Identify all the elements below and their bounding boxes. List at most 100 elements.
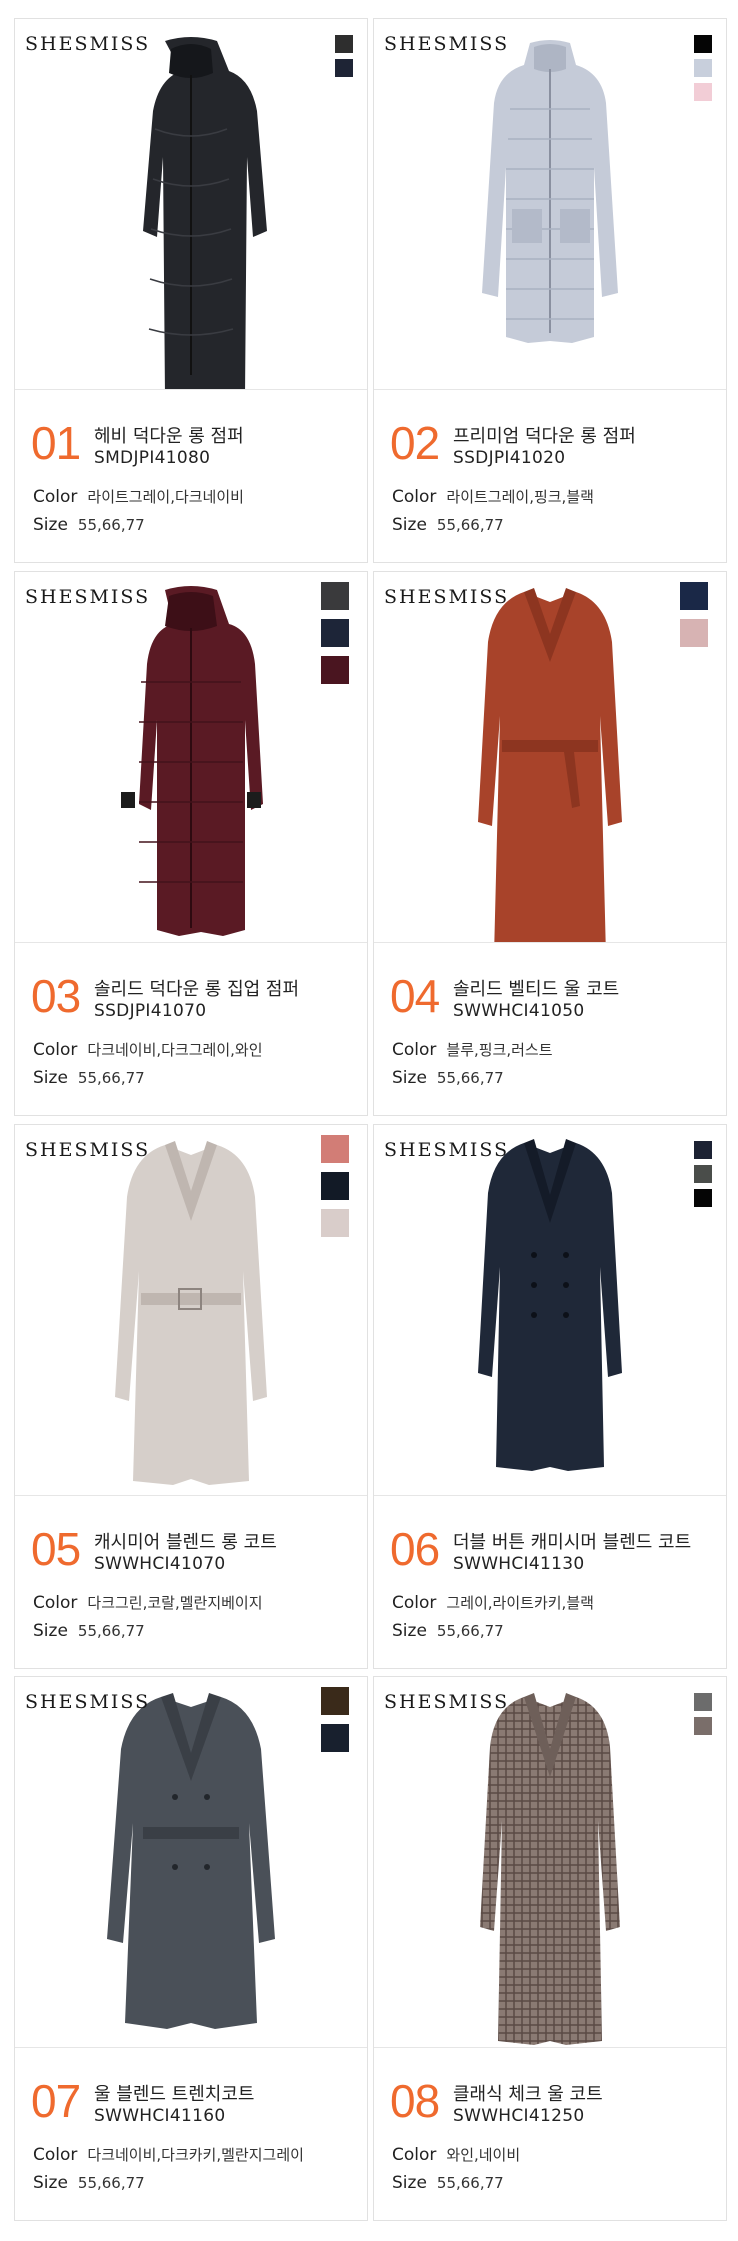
size-label: Size — [33, 2173, 68, 2193]
product-info: 05 캐시미어 블렌드 롱 코트 SWWHCI41070 Color 다크그린,… — [15, 1496, 367, 1668]
coat-illustration — [480, 1693, 620, 2045]
product-card[interactable]: SHESMISS 06 더블 버튼 캐미시머 블렌드 코트 SWWHCI4113… — [373, 1124, 727, 1669]
color-swatch[interactable] — [321, 1135, 349, 1163]
color-values: 다크네이비,다크그레이,와인 — [87, 1041, 263, 1059]
color-swatches — [694, 35, 712, 101]
product-name[interactable]: 울 블렌드 트렌치코트 — [94, 2080, 254, 2106]
color-swatch[interactable] — [694, 1165, 712, 1183]
color-row: Color 그레이,라이트카키,블랙 — [392, 1592, 594, 1613]
size-label: Size — [392, 1621, 427, 1641]
product-card[interactable]: SHESMISS 08 클래식 체크 울 코트 SWWHCI41250 Colo… — [373, 1676, 727, 2221]
product-card[interactable]: SHESMISS 07 울 블렌드 트렌치코트 SWWHCI41160 Colo… — [14, 1676, 368, 2221]
color-swatch[interactable] — [335, 59, 353, 77]
product-card[interactable]: SHESMISS 02 프리미엄 덕다운 롱 점퍼 SSDJPI41020 Co… — [373, 18, 727, 563]
product-number: 06 — [390, 1523, 440, 1575]
color-values: 그레이,라이트카키,블랙 — [446, 1594, 594, 1612]
product-name[interactable]: 프리미엄 덕다운 롱 점퍼 — [453, 422, 636, 448]
product-image[interactable]: SHESMISS — [374, 572, 726, 942]
color-swatch[interactable] — [694, 1141, 712, 1159]
product-name[interactable]: 솔리드 덕다운 롱 집업 점퍼 — [94, 975, 299, 1001]
size-values: 55,66,77 — [77, 1069, 145, 1087]
product-card[interactable]: SHESMISS 05 캐시미어 블렌드 롱 코트 SWWHCI41070 Co… — [14, 1124, 368, 1669]
product-number: 01 — [31, 417, 81, 469]
product-image[interactable]: SHESMISS — [374, 1677, 726, 2047]
product-code: SSDJPI41020 — [453, 448, 566, 468]
product-image[interactable]: SHESMISS — [15, 572, 367, 942]
product-image[interactable]: SHESMISS — [15, 19, 367, 389]
color-swatch[interactable] — [694, 1189, 712, 1207]
product-name[interactable]: 캐시미어 블렌드 롱 코트 — [94, 1528, 277, 1554]
product-image[interactable]: SHESMISS — [15, 1677, 367, 2047]
product-code: SMDJPI41080 — [94, 448, 211, 468]
product-name[interactable]: 솔리드 벨티드 울 코트 — [453, 975, 619, 1001]
color-label: Color — [33, 1593, 78, 1613]
product-card[interactable]: SHESMISS 01 헤비 덕다운 롱 점퍼 SMDJPI41080 Colo… — [14, 18, 368, 563]
product-code: SWWHCI41160 — [94, 2106, 226, 2126]
product-number: 07 — [31, 2075, 81, 2127]
product-image[interactable]: SHESMISS — [15, 1125, 367, 1495]
product-card[interactable]: SHESMISS 03 솔리드 덕다운 롱 집업 점퍼 SSDJPI41070 … — [14, 571, 368, 1116]
color-swatches — [335, 35, 353, 77]
color-swatch[interactable] — [321, 1687, 349, 1715]
brand-logo: SHESMISS — [384, 33, 510, 55]
color-row: Color 다크그린,코랄,멜란지베이지 — [33, 1592, 263, 1613]
color-swatch[interactable] — [694, 59, 712, 77]
brand-logo: SHESMISS — [25, 33, 151, 55]
size-values: 55,66,77 — [436, 1069, 504, 1087]
color-values: 다크네이비,다크카키,멜란지그레이 — [87, 2146, 304, 2164]
color-row: Color 다크네이비,다크그레이,와인 — [33, 1039, 263, 1060]
color-swatch[interactable] — [694, 1717, 712, 1735]
color-swatch[interactable] — [321, 1724, 349, 1752]
color-values: 다크그린,코랄,멜란지베이지 — [87, 1594, 263, 1612]
product-image[interactable]: SHESMISS — [374, 19, 726, 389]
size-label: Size — [33, 515, 68, 535]
brand-logo: SHESMISS — [25, 586, 151, 608]
product-info: 01 헤비 덕다운 롱 점퍼 SMDJPI41080 Color 라이트그레이,… — [15, 390, 367, 562]
product-code: SWWHCI41070 — [94, 1554, 226, 1574]
product-name[interactable]: 헤비 덕다운 롱 점퍼 — [94, 422, 244, 448]
coat-illustration — [115, 1141, 267, 1485]
color-label: Color — [392, 1040, 437, 1060]
product-info: 03 솔리드 덕다운 롱 집업 점퍼 SSDJPI41070 Color 다크네… — [15, 943, 367, 1115]
product-number: 04 — [390, 970, 440, 1022]
color-swatch[interactable] — [321, 656, 349, 684]
color-label: Color — [392, 487, 437, 507]
product-card[interactable]: SHESMISS 04 솔리드 벨티드 울 코트 SWWHCI41050 Col… — [373, 571, 727, 1116]
brand-logo: SHESMISS — [384, 586, 510, 608]
coat-illustration — [482, 40, 618, 343]
size-label: Size — [392, 515, 427, 535]
color-label: Color — [392, 1593, 437, 1613]
color-swatches — [321, 582, 349, 684]
color-values: 라이트그레이,핑크,블랙 — [446, 488, 594, 506]
product-info: 08 클래식 체크 울 코트 SWWHCI41250 Color 와인,네이비 … — [374, 2048, 726, 2220]
color-swatch[interactable] — [694, 83, 712, 101]
color-swatch[interactable] — [321, 619, 349, 647]
size-row: Size 55,66,77 — [33, 1621, 145, 1641]
color-swatch[interactable] — [680, 619, 708, 647]
product-image[interactable]: SHESMISS — [374, 1125, 726, 1495]
brand-logo: SHESMISS — [384, 1691, 510, 1713]
size-label: Size — [392, 2173, 427, 2193]
color-swatch[interactable] — [321, 1172, 349, 1200]
color-swatch[interactable] — [694, 35, 712, 53]
product-name[interactable]: 클래식 체크 울 코트 — [453, 2080, 603, 2106]
size-row: Size 55,66,77 — [33, 1068, 145, 1088]
product-name[interactable]: 더블 버튼 캐미시머 블렌드 코트 — [453, 1528, 691, 1554]
color-swatch[interactable] — [321, 582, 349, 610]
product-info: 02 프리미엄 덕다운 롱 점퍼 SSDJPI41020 Color 라이트그레… — [374, 390, 726, 562]
color-swatch[interactable] — [694, 1693, 712, 1711]
color-swatches — [321, 1135, 349, 1237]
color-swatch[interactable] — [680, 582, 708, 610]
product-code: SSDJPI41070 — [94, 1001, 207, 1021]
size-label: Size — [392, 1068, 427, 1088]
color-swatch[interactable] — [335, 35, 353, 53]
color-label: Color — [392, 2145, 437, 2165]
coat-illustration — [121, 586, 263, 936]
size-values: 55,66,77 — [77, 516, 145, 534]
size-row: Size 55,66,77 — [392, 2173, 504, 2193]
brand-logo: SHESMISS — [25, 1691, 151, 1713]
color-swatch[interactable] — [321, 1209, 349, 1237]
color-row: Color 다크네이비,다크카키,멜란지그레이 — [33, 2144, 304, 2165]
size-row: Size 55,66,77 — [392, 1068, 504, 1088]
size-label: Size — [33, 1621, 68, 1641]
